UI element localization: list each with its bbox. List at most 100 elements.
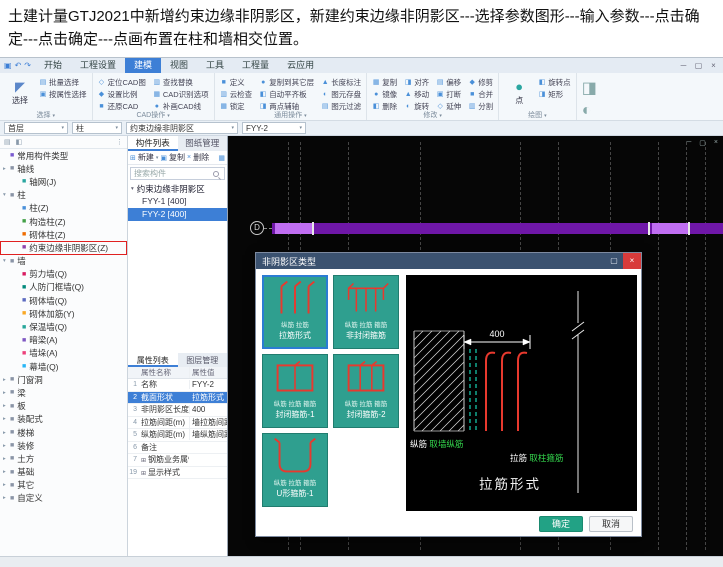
nav-item[interactable]: ▸ ■ 装修 (0, 439, 127, 452)
nav-item[interactable]: ■ 幕墙(Q) (0, 360, 127, 373)
nav-item[interactable]: ▾ ■ 墙 (0, 255, 127, 268)
nav-item[interactable]: ■ 人防门框墙(Q) (0, 281, 127, 294)
ribbon-button[interactable]: ● 复制到其它层 (259, 76, 314, 88)
nav-item[interactable]: ■ 暗梁(A) (0, 334, 127, 347)
ribbon-button[interactable]: ▣ 打断 (436, 88, 461, 100)
nav-item[interactable]: ▸ ■ 基础 (0, 466, 127, 479)
ribbon-button[interactable]: ▤ 偏移 (436, 76, 461, 88)
ribbon-tab[interactable]: 工程量 (233, 58, 278, 73)
ribbon-tab[interactable]: 开始 (35, 58, 71, 73)
ribbon-button[interactable]: ▦ CAD识别选项 (153, 88, 209, 100)
component-name-select[interactable]: FYY-2 ▾ (242, 122, 306, 134)
property-row[interactable]: 2 截面形状 拉筋形式 (128, 391, 227, 404)
maximize-icon[interactable]: ▢ (692, 58, 705, 73)
param-card[interactable]: 纵筋 拉筋 拉筋形式 (262, 275, 328, 349)
ribbon-button[interactable]: ◧ 旋转点 (538, 76, 571, 88)
ribbon-button[interactable]: ■ 合并 (468, 88, 493, 100)
ribbon-button[interactable]: ◧ 自动平齐板 (259, 88, 314, 100)
nav-item[interactable]: ▸ ■ 梁 (0, 386, 127, 399)
floor-select[interactable]: 首层 ▾ (4, 122, 68, 134)
restore-icon[interactable]: ▢ (699, 139, 706, 147)
nav-item[interactable]: ■ 约束边缘非阴影区(Z) (0, 241, 127, 255)
layer-copy-icon[interactable]: ▦ (218, 154, 225, 162)
tab-component-list[interactable]: 构件列表 (128, 136, 178, 151)
close-icon[interactable]: × (623, 253, 641, 269)
redo-icon[interactable]: ↷ (24, 61, 31, 70)
nav-item[interactable]: ▸ ■ 装配式 (0, 413, 127, 426)
ribbon-button[interactable]: ▦ 复制 (372, 76, 397, 88)
ribbon-button[interactable]: ◆ 修剪 (468, 76, 493, 88)
ribbon-button[interactable]: ▥ 查找替换 (153, 76, 209, 88)
point-draw-button[interactable]: ● 点 (504, 76, 534, 110)
cancel-button[interactable]: 取消 (589, 516, 633, 532)
tab-drawing-manage[interactable]: 图纸管理 (178, 136, 228, 151)
ribbon-group-label[interactable]: 通用操作 ▾ (215, 110, 367, 120)
ribbon-button[interactable]: ◨ 矩形 (538, 88, 571, 100)
property-row[interactable]: 4 拉筋间距(m) 墙拉筋间距 (128, 416, 227, 429)
component-item[interactable]: FYY-1 [400] (128, 195, 227, 208)
new-button[interactable]: 新建 (138, 152, 154, 163)
nav-item[interactable]: ▸ ■ 门窗洞 (0, 373, 127, 386)
nav-item[interactable]: ■ 柱(Z) (0, 202, 127, 215)
ribbon-tab[interactable]: 视图 (161, 58, 197, 73)
ribbon-button[interactable]: ▣ 按属性选择 (39, 88, 87, 100)
nav-item[interactable]: ■ 构造柱(Z) (0, 215, 127, 228)
search-input[interactable]: 搜索构件 (130, 167, 225, 180)
ribbon-button[interactable]: ◨ 对齐 (404, 76, 429, 88)
ok-button[interactable]: 确定 (539, 516, 583, 532)
param-card[interactable]: 纵筋 拉筋 箍筋 U形箍筋-1 (262, 433, 328, 507)
component-type-select[interactable]: 约束边缘非阴影区 ▾ (126, 122, 238, 134)
ribbon-button[interactable]: ▲ 移动 (404, 88, 429, 100)
nav-item[interactable]: ▸ ■ 土方 (0, 452, 127, 465)
minimize-icon[interactable]: ─ (686, 139, 691, 147)
ribbon-group-label[interactable]: 修改 ▾ (367, 110, 498, 120)
panel-icon[interactable]: ◧ (16, 138, 23, 146)
tab-layer-manage[interactable]: 图层管理 (178, 353, 228, 367)
component-item[interactable]: FYY-2 [400] (128, 208, 227, 221)
layers-icon[interactable]: ◐ (582, 102, 597, 120)
nav-item[interactable]: ▸ ■ 楼梯 (0, 426, 127, 439)
more-icon[interactable]: ⋮ (116, 138, 123, 146)
ribbon-button[interactable]: ▲ 长度标注 (321, 76, 361, 88)
select-button[interactable]: ◤ 选择 (5, 76, 35, 110)
nav-item[interactable]: ■ 常用构件类型 (0, 149, 127, 162)
ribbon-tab[interactable]: 工程设置 (71, 58, 125, 73)
property-row[interactable]: 6 备注 (128, 442, 227, 454)
maximize-icon[interactable]: ▢ (605, 253, 623, 269)
property-row[interactable]: 19 ⊞ 显示样式 (128, 467, 227, 479)
nav-item[interactable]: ■ 墙垛(A) (0, 347, 127, 360)
param-card[interactable]: 纵筋 拉筋 箍筋 封闭箍筋-2 (333, 354, 399, 428)
nav-item[interactable]: ■ 保温墙(Q) (0, 320, 127, 333)
tab-property-list[interactable]: 属性列表 (128, 353, 178, 367)
tools-icon[interactable]: ◨ (582, 78, 597, 98)
ribbon-button[interactable]: ◆ 设置比例 (98, 88, 146, 100)
nav-item[interactable]: ▾ ■ 柱 (0, 189, 127, 202)
nav-item[interactable]: ▸ ■ 轴线 (0, 162, 127, 175)
category-select[interactable]: 柱 ▾ (72, 122, 122, 134)
property-row[interactable]: 7 ⊞钢筋业务属性 (128, 454, 227, 467)
delete-button[interactable]: 删除 (193, 152, 209, 163)
nav-item[interactable]: ▸ ■ 其它 (0, 479, 127, 492)
nav-item[interactable]: ■ 砌体加筋(Y) (0, 307, 127, 320)
param-card[interactable]: 纵筋 拉筋 箍筋 非封闭箍筋 (333, 275, 399, 349)
close-icon[interactable]: × (707, 58, 720, 73)
dialog-titlebar[interactable]: 非阴影区类型 ▢ × (256, 253, 641, 269)
property-row[interactable]: 3 非阴影区长度 400 (128, 404, 227, 417)
minimize-icon[interactable]: ─ (677, 58, 690, 73)
ribbon-button[interactable]: ● 镜像 (372, 88, 397, 100)
ribbon-button[interactable]: ◐ 图元存盘 (321, 88, 361, 100)
ribbon-group-label[interactable]: 选择 ▾ (0, 110, 92, 120)
property-row[interactable]: 1 名称 FYY-2 (128, 379, 227, 392)
nav-item[interactable]: ■ 砌体墙(Q) (0, 294, 127, 307)
ribbon-button[interactable]: ■ 定义 (220, 76, 253, 88)
close-icon[interactable]: × (714, 139, 718, 147)
ribbon-button[interactable]: ▥ 云检查 (220, 88, 252, 100)
nav-item[interactable]: ■ 砌体柱(Z) (0, 228, 127, 241)
ribbon-button[interactable]: ◇ 定位CAD图 (98, 76, 146, 88)
nav-item[interactable]: ▸ ■ 板 (0, 400, 127, 413)
nav-item[interactable]: ■ 剪力墙(Q) (0, 268, 127, 281)
component-group-header[interactable]: ▾ 约束边缘非阴影区 (128, 182, 227, 195)
ribbon-tab[interactable]: 建模 (125, 58, 162, 73)
menu-icon[interactable]: ▤ (4, 138, 11, 146)
param-card[interactable]: 纵筋 拉筋 箍筋 封闭箍筋-1 (262, 354, 328, 428)
